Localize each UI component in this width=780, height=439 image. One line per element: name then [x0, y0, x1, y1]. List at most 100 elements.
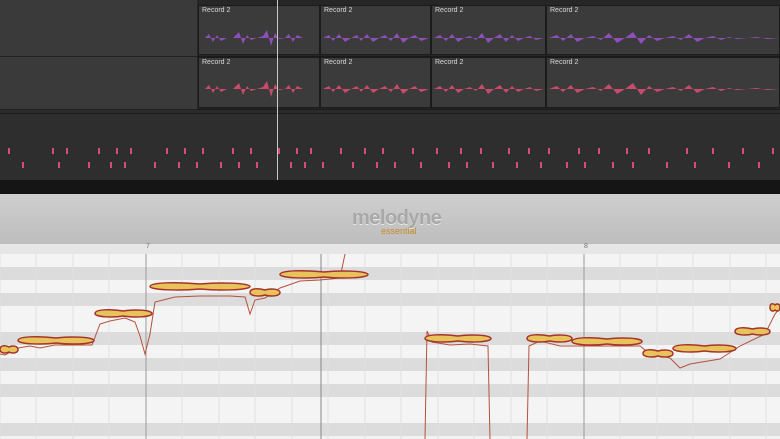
midi-note — [202, 148, 204, 154]
midi-note — [178, 162, 180, 168]
midi-note — [184, 148, 186, 154]
midi-note — [712, 148, 714, 154]
midi-note — [758, 162, 760, 168]
midi-note — [508, 148, 510, 154]
bar-number: 7 — [146, 243, 150, 250]
midi-note — [584, 162, 586, 168]
midi-note — [578, 148, 580, 154]
midi-note — [694, 162, 696, 168]
note-blob[interactable] — [526, 333, 573, 343]
note-blob[interactable] — [279, 269, 369, 279]
region-name: Record 2 — [202, 7, 231, 14]
midi-note — [296, 148, 298, 154]
midi-note — [88, 162, 90, 168]
audio-region[interactable]: Record 2 — [431, 57, 546, 108]
note-blob[interactable] — [424, 333, 492, 343]
midi-note — [116, 148, 118, 154]
midi-track-lane[interactable] — [0, 113, 780, 182]
midi-note — [256, 162, 258, 168]
midi-note — [466, 162, 468, 168]
midi-note — [124, 162, 126, 168]
midi-note — [8, 148, 10, 154]
pitch-row — [0, 319, 780, 332]
region-name: Record 2 — [550, 7, 579, 14]
pitch-row — [0, 384, 780, 397]
note-blob[interactable] — [0, 344, 19, 354]
note-blob[interactable] — [642, 348, 674, 358]
waveform — [323, 33, 429, 43]
pitch-row — [0, 397, 780, 410]
region-name: Record 2 — [435, 7, 464, 14]
audio-region[interactable]: Record 2 — [546, 57, 780, 108]
note-blob[interactable] — [571, 336, 643, 346]
audio-region[interactable]: Record 2 — [198, 57, 320, 108]
midi-note — [196, 162, 198, 168]
midi-note — [548, 148, 550, 154]
region-name: Record 2 — [550, 59, 579, 66]
pitch-row — [0, 267, 780, 280]
note-grid[interactable] — [0, 254, 780, 439]
midi-note — [66, 148, 68, 154]
midi-note — [626, 148, 628, 154]
midi-note — [666, 162, 668, 168]
waveform — [434, 33, 544, 43]
audio-region[interactable]: Record 2 — [198, 5, 320, 55]
midi-note — [516, 162, 518, 168]
waveform — [201, 30, 315, 46]
note-blob[interactable] — [769, 302, 780, 312]
midi-note — [686, 148, 688, 154]
waveform — [323, 84, 429, 94]
audio-region[interactable]: Record 2 — [546, 5, 780, 55]
arrangement-view: Record 2 Record 2 Record 2 Record 2 Reco… — [0, 0, 780, 190]
pitch-row — [0, 254, 780, 267]
midi-note — [412, 148, 414, 154]
midi-note — [460, 148, 462, 154]
midi-note — [492, 162, 494, 168]
pitch-row — [0, 280, 780, 293]
midi-note — [436, 148, 438, 154]
audio-region[interactable]: Record 2 — [431, 5, 546, 55]
region-name: Record 2 — [435, 59, 464, 66]
midi-note — [310, 148, 312, 154]
audio-region[interactable]: Record 2 — [320, 5, 431, 55]
midi-note — [238, 162, 240, 168]
waveform — [549, 83, 779, 95]
note-blob[interactable] — [149, 281, 251, 291]
note-blob[interactable] — [17, 335, 95, 345]
track-header-2[interactable] — [0, 57, 197, 110]
playhead[interactable] — [277, 0, 278, 180]
midi-notes — [8, 148, 774, 168]
note-blob[interactable] — [672, 343, 737, 353]
midi-note — [420, 162, 422, 168]
waveform — [434, 84, 544, 94]
midi-note — [52, 148, 54, 154]
midi-note — [382, 148, 384, 154]
midi-note — [232, 148, 234, 154]
melodyne-editor: melodyne essential 7 8 — [0, 194, 780, 439]
midi-note — [612, 162, 614, 168]
melodyne-header: melodyne essential — [0, 194, 780, 245]
midi-note — [352, 162, 354, 168]
pitch-row — [0, 358, 780, 371]
pitch-row — [0, 423, 780, 436]
midi-note — [364, 148, 366, 154]
track-header-1[interactable] — [0, 0, 197, 57]
midi-note — [528, 148, 530, 154]
midi-note — [448, 162, 450, 168]
midi-note — [632, 162, 634, 168]
window-divider — [0, 180, 780, 194]
midi-note — [728, 162, 730, 168]
midi-note — [566, 162, 568, 168]
melodyne-edition: essential — [381, 226, 417, 236]
midi-note — [250, 148, 252, 154]
audio-region[interactable]: Record 2 — [320, 57, 431, 108]
midi-note — [480, 148, 482, 154]
note-blob[interactable] — [94, 308, 153, 318]
midi-note — [540, 162, 542, 168]
midi-note — [130, 148, 132, 154]
midi-note — [166, 148, 168, 154]
midi-note — [772, 148, 774, 154]
midi-note — [110, 162, 112, 168]
note-blob[interactable] — [249, 287, 281, 297]
note-blob[interactable] — [734, 326, 771, 336]
